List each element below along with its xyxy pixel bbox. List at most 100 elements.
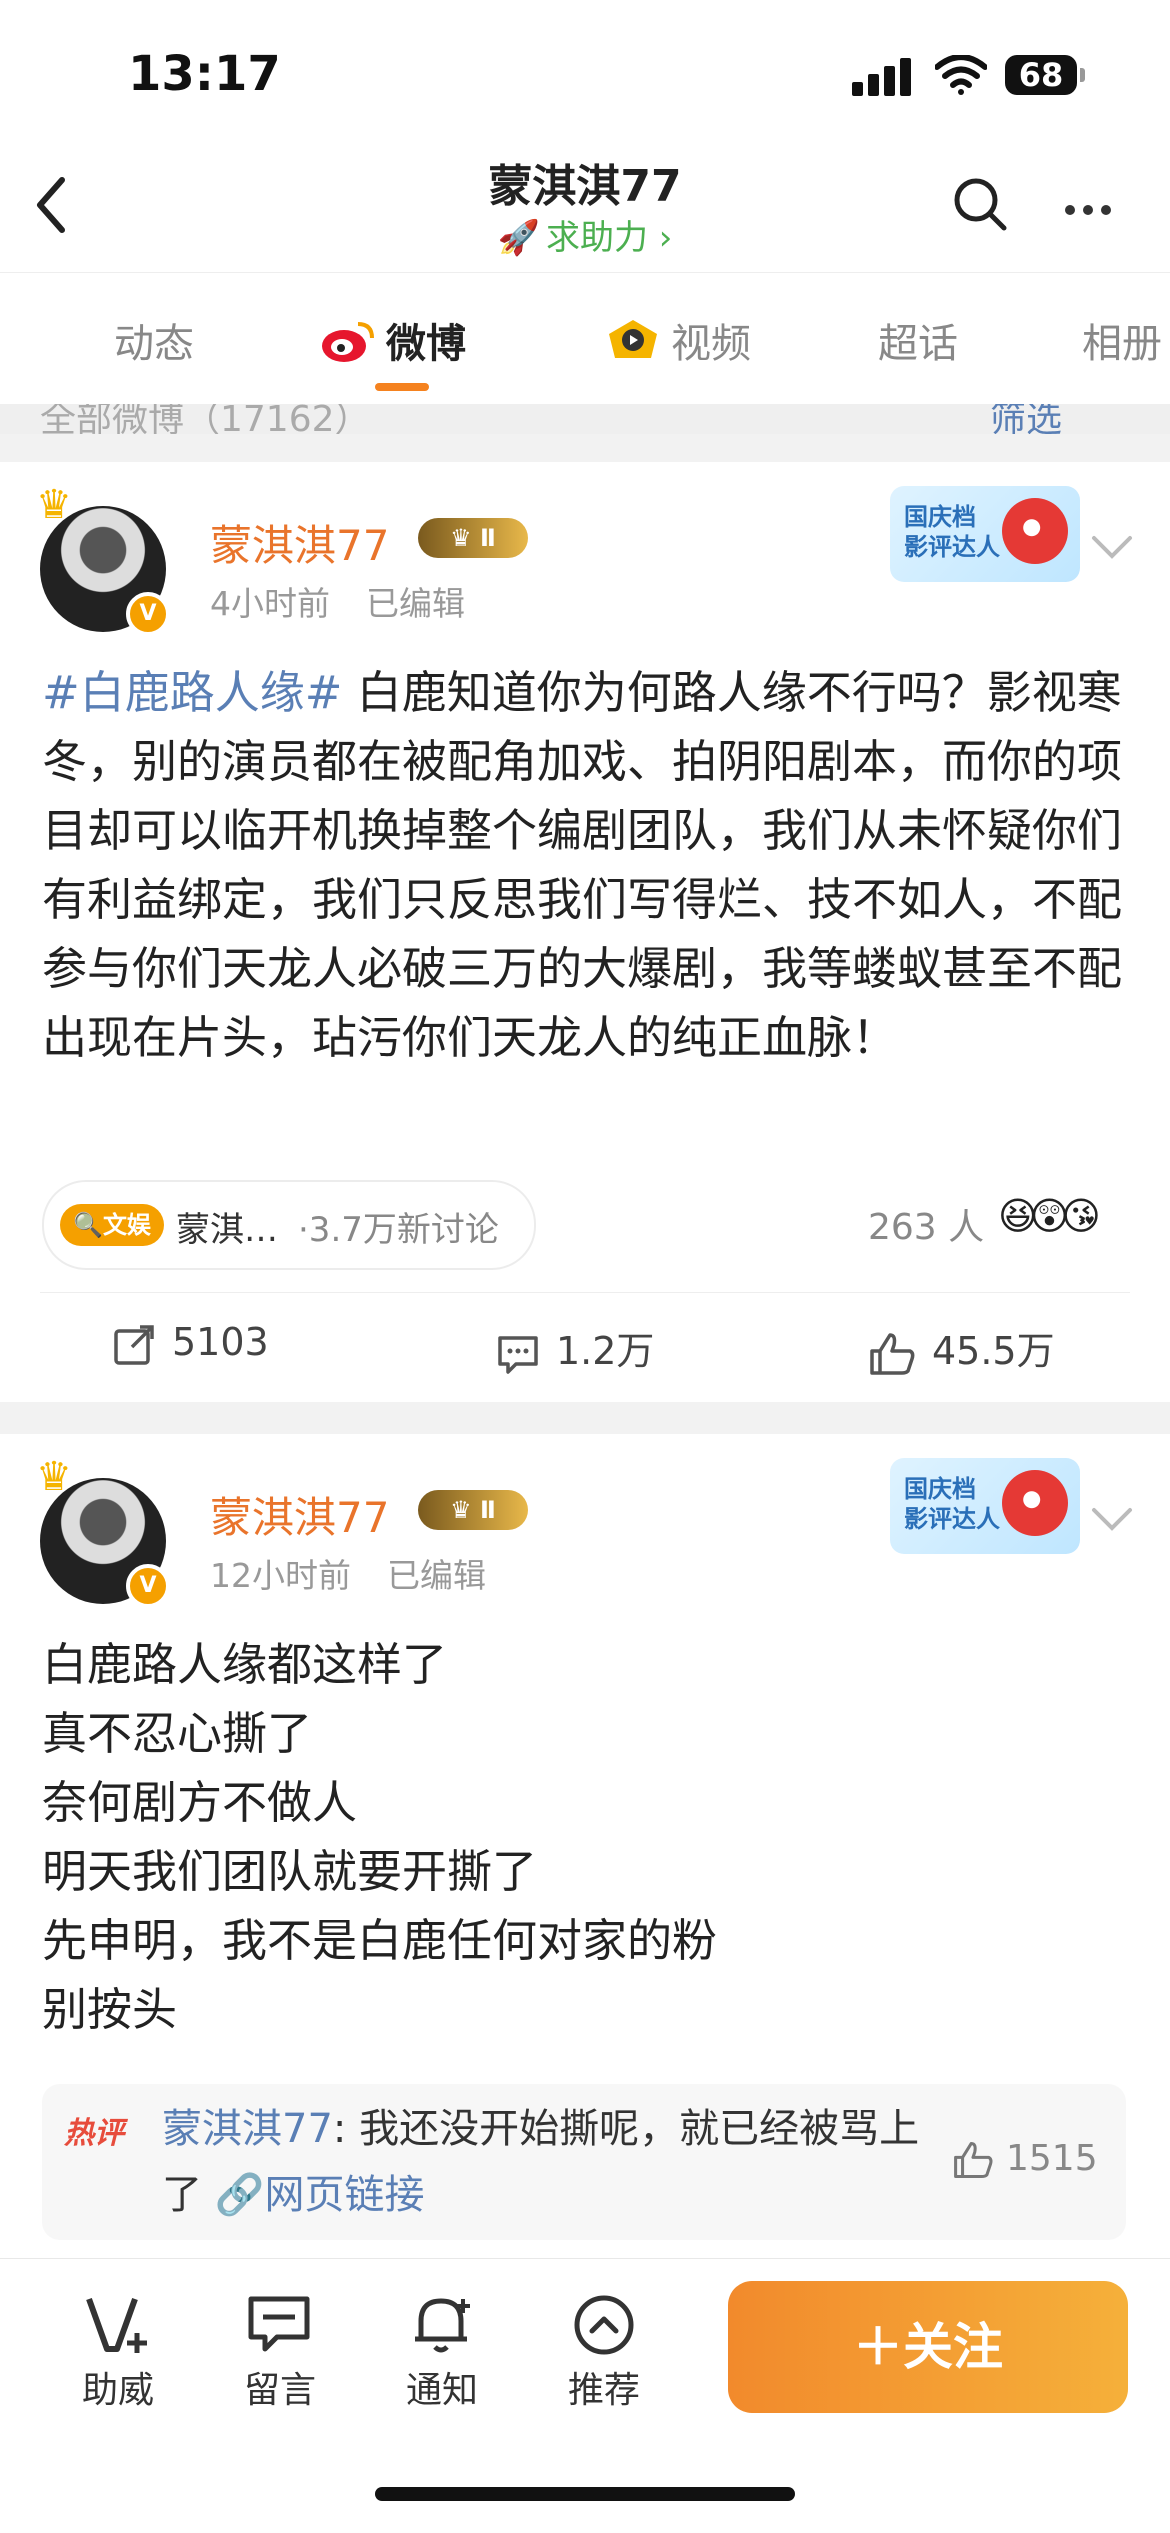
level-label: Ⅱ [480,1496,496,1524]
hot-comment-tag: 热评 [64,2116,124,2151]
chevron-down-icon[interactable] [1090,1506,1134,1534]
post-line: 奈何剧方不做人 [42,1776,358,1829]
battery-icon: 68 [1005,55,1077,95]
avatar[interactable]: ♛ V [36,482,170,636]
tab-weibo[interactable]: 微博 [320,311,466,374]
promo-badge[interactable]: 国庆档 影评达人 [890,1458,1080,1554]
thumbs-up-icon [954,2141,993,2179]
post-line: 真不忍心撕了 [42,1707,313,1760]
promo-badge-label: 国庆档 影评达人 [904,503,1000,561]
post-line: 别按头 [42,1983,178,2036]
tab-dynamic[interactable]: 动态 [114,311,194,369]
verified-badge-icon: V [126,592,170,636]
like-count: 45.5万 [932,1329,1055,1373]
divider [40,1292,1130,1293]
post-meta: 4小时前 已编辑 [210,577,465,625]
tab-album[interactable]: 相册 [1082,311,1162,369]
signal-icon [852,58,916,96]
chevron-down-icon[interactable] [1090,534,1134,562]
message-button[interactable]: 留言 [220,2289,340,2413]
more-icon[interactable] [1065,200,1119,219]
thumbs-up-icon [870,1332,915,1375]
post-content: #白鹿路人缘# 白鹿知道你为何路人缘不行吗？影视寒冬，别的演员都在被配角加戏、拍… [42,658,1126,1072]
hot-comment-text: 蒙淇淇77: 我还没开始撕呢，就已经被骂上了 🔗网页链接 [162,2096,932,2228]
tab-supertopic[interactable]: 超话 [878,311,958,369]
mascot-icon [1002,498,1068,564]
tab-weibo-label: 微博 [386,321,466,367]
weibo-logo-icon [320,318,376,374]
post-text: 白鹿知道你为何路人缘不行吗？影视寒冬，别的演员都在被配角加戏、拍阴阳剧本，而你的… [42,666,1123,1064]
profile-header: 蒙淇淇77 🚀 求助力 › [0,140,1170,272]
battery-tip [1080,68,1085,82]
status-bar: 13:17 68 [0,0,1170,140]
helper-label: 求助力 › [545,218,673,258]
hashtag-link[interactable]: #白鹿路人缘# [42,666,342,719]
post-line: 明天我们团队就要开撕了 [42,1845,538,1898]
search-icon[interactable] [950,174,1010,234]
repost-icon [114,1324,154,1365]
member-level-badge[interactable]: ♛ Ⅱ [418,1490,528,1530]
home-indicator [375,2487,795,2501]
topic-pill[interactable]: 🔍文娱 蒙淇… ·3.7万新讨论 [42,1180,536,1270]
reaction-emoji-icon[interactable]: 😆😲😘 [998,1194,1101,1238]
like-button[interactable]: 45.5万 [868,1320,1055,1377]
author-name[interactable]: 蒙淇淇77 [210,1484,389,1545]
post-time: 4小时前 [210,584,330,623]
mascot-icon [1002,1470,1068,1536]
video-badge-icon [605,318,661,374]
crown-icon: ♛ [36,482,72,528]
rocket-icon: 🚀 [497,218,540,258]
level-label: Ⅱ [480,524,496,552]
wifi-icon [935,55,987,95]
verified-badge-icon: V [126,1564,170,1608]
profile-tabs: 动态 微博 视频 超话 相册 [0,272,1170,405]
avatar[interactable]: ♛ V [36,1454,170,1608]
author-name[interactable]: 蒙淇淇77 [210,512,389,573]
cheer-button[interactable]: 助威 [58,2289,178,2413]
bell-icon [382,2289,502,2361]
post-content: 白鹿路人缘都这样了 真不忍心撕了 奈何剧方不做人 明天我们团队就要开撕了 先申明… [42,1630,1126,2044]
all-posts-count: 全部微博（17162） [40,404,371,434]
post-line: 白鹿路人缘都这样了 [42,1638,448,1691]
topic-badge: 🔍文娱 [60,1204,164,1246]
promo-badge-label: 国庆档 影评达人 [904,1475,1000,1533]
topic-discussion-count: ·3.7万新讨论 [298,1210,499,1250]
bottom-bar: 助威 留言 通知 推荐 ＋关注 [0,2258,1170,2533]
recommend-label: 推荐 [567,2370,640,2411]
message-label: 留言 [243,2370,316,2411]
post-line: 先申明，我不是白鹿任何对家的粉 [42,1914,718,1967]
post-card: ♛ V 蒙淇淇77 ♛ Ⅱ 12小时前 已编辑 国庆档 影评达人 白鹿路人缘都这样… [0,1434,1170,2258]
tab-video[interactable]: 视频 [605,311,751,374]
message-icon [220,2289,340,2361]
post-meta: 12小时前 已编辑 [210,1549,486,1597]
tab-video-label: 视频 [671,321,751,367]
hot-comment-like-button[interactable]: 1515 [952,2138,1098,2180]
comment-button[interactable]: 1.2万 [496,1320,654,1376]
follow-button[interactable]: ＋关注 [728,2281,1128,2413]
recommend-button[interactable]: 推荐 [544,2289,664,2413]
hot-comment-likes: 1515 [1006,2138,1098,2179]
edited-label: 已编辑 [387,1556,486,1595]
notify-button[interactable]: 通知 [382,2289,502,2413]
post-card: ♛ V 蒙淇淇77 ♛ Ⅱ 4小时前 已编辑 国庆档 影评达人 #白鹿路人缘# 白… [0,462,1170,1402]
web-link-label: 网页链接 [264,2172,425,2218]
cheer-icon [58,2289,178,2361]
repost-button[interactable]: 5103 [112,1320,269,1367]
post-time: 12小时前 [210,1556,351,1595]
topic-name: 蒙淇… [176,1210,278,1250]
hot-comment[interactable]: 热评 蒙淇淇77: 我还没开始撕呢，就已经被骂上了 🔗网页链接 1515 [42,2084,1126,2240]
promo-badge[interactable]: 国庆档 影评达人 [890,486,1080,582]
cheer-label: 助威 [81,2370,154,2411]
comment-count: 1.2万 [556,1329,655,1373]
notify-label: 通知 [405,2370,478,2411]
active-tab-indicator [375,383,429,391]
hot-comment-user[interactable]: 蒙淇淇77 [162,2106,333,2152]
web-link[interactable]: 🔗网页链接 [215,2172,425,2218]
crown-icon: ♛ [36,1454,72,1500]
member-level-badge[interactable]: ♛ Ⅱ [418,518,528,558]
comment-icon [498,1335,538,1374]
repost-count: 5103 [172,1320,269,1364]
filter-strip: 全部微博（17162） 筛选 [0,404,1170,434]
edited-label: 已编辑 [366,584,465,623]
filter-button[interactable]: 筛选 [990,404,1062,434]
